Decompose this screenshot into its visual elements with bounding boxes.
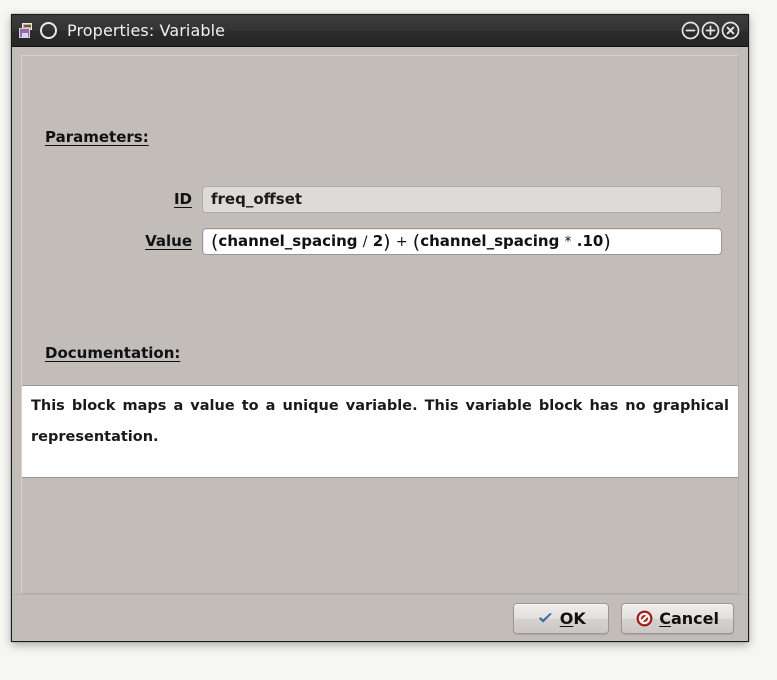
value-label-text: Value — [145, 232, 192, 250]
id-label: ID — [22, 190, 202, 208]
page-backdrop: Properties: Variable Parameters: ID freq… — [0, 0, 777, 680]
maximize-button[interactable] — [701, 21, 720, 40]
window-title: Properties: Variable — [67, 21, 226, 40]
content-panel: Parameters: ID freq_offset Value (channe… — [21, 55, 739, 594]
circle-icon — [40, 22, 57, 39]
value-field[interactable]: (channel_spacing / 2) + (channel_spacing… — [202, 227, 722, 255]
value-label: Value — [22, 232, 202, 250]
window-titlebar[interactable]: Properties: Variable — [12, 15, 748, 47]
cancel-button-label: Cancel — [659, 608, 719, 628]
properties-dialog-window: Properties: Variable Parameters: ID freq… — [11, 14, 749, 642]
cancel-button[interactable]: Cancel — [621, 602, 734, 634]
dialog-button-bar: OK Cancel — [12, 594, 748, 641]
no-entry-icon — [636, 610, 653, 627]
window-controls — [681, 21, 740, 40]
documentation-text: This block maps a value to a unique vari… — [31, 398, 729, 445]
ok-button-label: OK — [559, 608, 586, 628]
close-button[interactable] — [721, 21, 740, 40]
ok-button[interactable]: OK — [513, 602, 610, 634]
id-field[interactable]: freq_offset — [202, 185, 722, 213]
documentation-heading: Documentation: — [45, 344, 181, 362]
minimize-button[interactable] — [681, 21, 700, 40]
dialog-body: Parameters: ID freq_offset Value (channe… — [12, 47, 748, 641]
id-label-text: ID — [173, 190, 192, 208]
documentation-textview[interactable]: This block maps a value to a unique vari… — [22, 385, 738, 478]
parameters-heading: Parameters: — [45, 128, 149, 146]
parameter-row-value: Value (channel_spacing / 2) + (channel_s… — [22, 227, 738, 255]
variable-block-icon — [18, 22, 35, 39]
parameter-row-id: ID freq_offset — [22, 185, 738, 213]
check-icon — [537, 610, 554, 627]
